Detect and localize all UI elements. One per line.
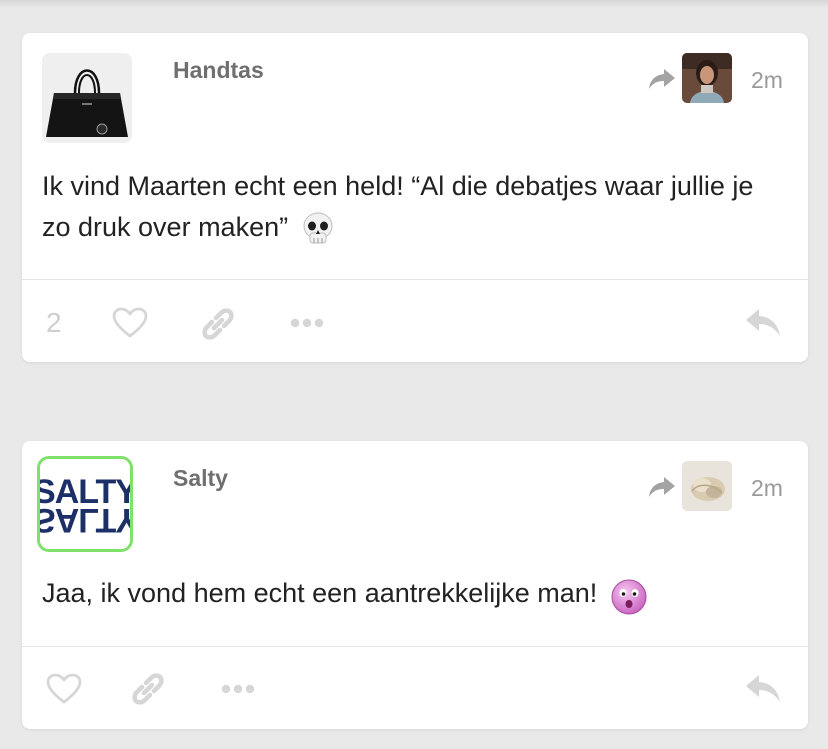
post-card: SALTY SALTY Salty 2m Jaa, ik vond hem ec… <box>22 441 808 729</box>
heart-icon <box>112 307 148 338</box>
ellipsis-icon <box>221 684 255 694</box>
reply-arrow-icon <box>746 675 780 702</box>
reply-arrow-icon <box>746 309 780 336</box>
link-icon <box>132 673 164 705</box>
copy-link-button[interactable] <box>198 305 238 343</box>
salty-logo-mirror-text: SALTY <box>40 501 130 539</box>
skull-emoji <box>300 211 336 247</box>
surprised-face-emoji <box>609 577 647 615</box>
reblog-arrow-icon <box>648 67 676 91</box>
reblog-arrow-icon <box>648 475 676 499</box>
reblogger-avatar[interactable] <box>682 53 732 103</box>
reblogger-avatar[interactable] <box>682 461 732 511</box>
post-timestamp[interactable]: 2m <box>751 475 783 502</box>
post-username[interactable]: Salty <box>173 465 228 492</box>
like-button[interactable] <box>110 305 150 341</box>
reply-button[interactable] <box>742 671 784 707</box>
more-options-button[interactable] <box>219 679 257 699</box>
post-body: Jaa, ik vond hem echt een aantrekkelijke… <box>42 573 782 615</box>
post-divider <box>22 279 808 280</box>
more-options-button[interactable] <box>288 313 326 333</box>
ellipsis-icon <box>290 318 324 328</box>
like-button[interactable] <box>44 671 84 707</box>
salty-logo-avatar[interactable]: SALTY SALTY <box>37 456 133 552</box>
post-timestamp[interactable]: 2m <box>751 67 783 94</box>
top-edge <box>0 0 828 8</box>
heart-icon <box>46 673 82 704</box>
handbag-avatar[interactable] <box>42 53 132 143</box>
post-divider <box>22 646 808 647</box>
reply-button[interactable] <box>742 305 784 341</box>
copy-link-button[interactable] <box>128 670 168 708</box>
post-card: Handtas 2m Ik vind Maarten echt een held… <box>22 33 808 362</box>
note-count[interactable]: 2 <box>46 307 62 339</box>
post-text: Ik vind Maarten echt een held! “Al die d… <box>42 171 754 242</box>
post-text: Jaa, ik vond hem echt een aantrekkelijke… <box>42 578 598 608</box>
post-username[interactable]: Handtas <box>173 57 264 84</box>
link-icon <box>202 308 234 340</box>
post-body: Ik vind Maarten echt een held! “Al die d… <box>42 166 782 248</box>
